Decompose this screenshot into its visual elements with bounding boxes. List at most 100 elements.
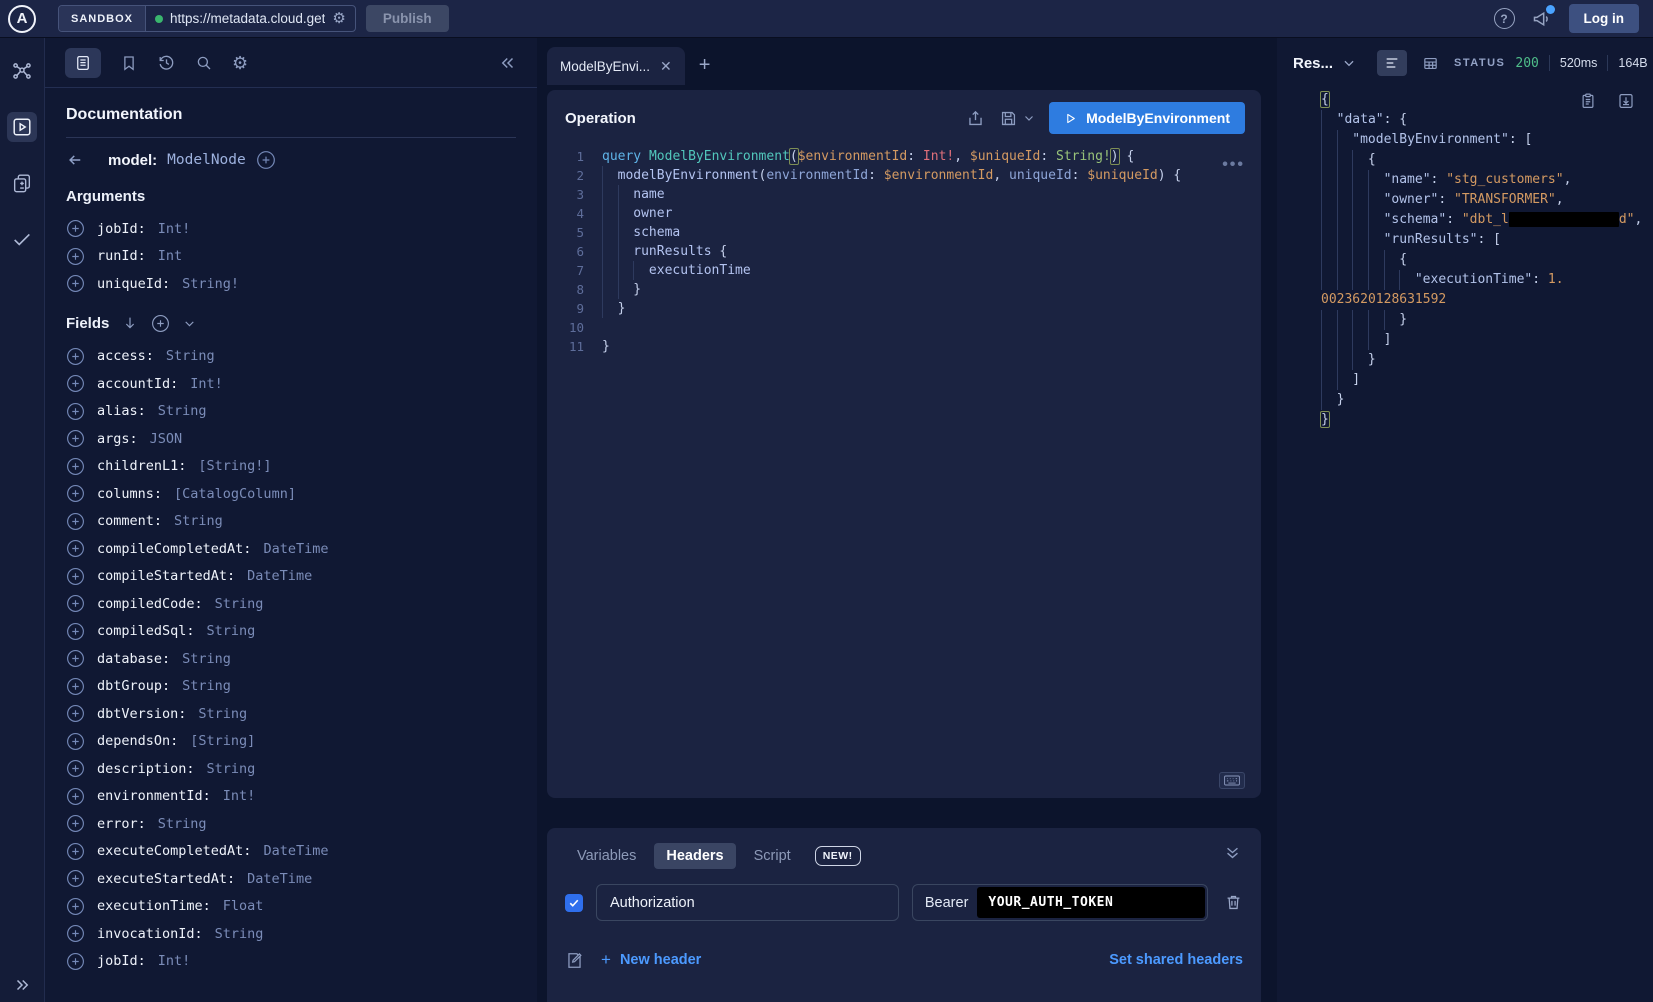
- add-to-query-icon[interactable]: [66, 567, 85, 586]
- field-name[interactable]: executeCompletedAt:: [97, 843, 251, 859]
- save-operation-icon[interactable]: [999, 109, 1018, 128]
- back-arrow-icon[interactable]: [66, 151, 84, 169]
- field-name[interactable]: access:: [97, 348, 154, 364]
- add-to-query-icon[interactable]: [66, 622, 85, 641]
- editor-more-menu-icon[interactable]: •••: [1222, 156, 1245, 174]
- apollo-logo[interactable]: A: [0, 5, 44, 33]
- field-name[interactable]: compileCompletedAt:: [97, 541, 251, 557]
- field-type[interactable]: Int: [158, 248, 182, 264]
- field-type[interactable]: String!: [182, 276, 239, 292]
- collapse-docs-icon[interactable]: [499, 54, 517, 72]
- add-to-query-icon[interactable]: [66, 677, 85, 696]
- field-type[interactable]: String: [166, 348, 215, 364]
- field-type[interactable]: String: [182, 678, 231, 694]
- table-view-icon[interactable]: [1415, 50, 1445, 76]
- add-to-query-icon[interactable]: [66, 732, 85, 751]
- field-name[interactable]: childrenL1:: [97, 458, 186, 474]
- tab-headers[interactable]: Headers: [654, 843, 735, 869]
- field-name[interactable]: uniqueId:: [97, 276, 170, 292]
- new-header-button[interactable]: + New header: [601, 950, 701, 970]
- set-shared-headers-link[interactable]: Set shared headers: [1109, 952, 1243, 968]
- add-to-query-icon[interactable]: [66, 787, 85, 806]
- field-name[interactable]: executionTime:: [97, 898, 211, 914]
- add-to-query-icon[interactable]: [66, 649, 85, 668]
- field-name[interactable]: compiledSql:: [97, 623, 195, 639]
- new-tab-icon[interactable]: +: [699, 54, 711, 85]
- help-icon[interactable]: ?: [1494, 8, 1515, 29]
- field-type[interactable]: String: [174, 513, 223, 529]
- close-tab-icon[interactable]: ✕: [660, 59, 672, 73]
- header-enabled-checkbox[interactable]: [565, 894, 583, 912]
- add-to-query-icon[interactable]: [66, 247, 85, 266]
- field-type[interactable]: DateTime: [263, 843, 328, 859]
- field-type[interactable]: String: [158, 403, 207, 419]
- add-field-icon[interactable]: [256, 150, 276, 170]
- add-to-query-icon[interactable]: [66, 814, 85, 833]
- share-operation-icon[interactable]: [966, 109, 985, 128]
- field-type[interactable]: [CatalogColumn]: [174, 486, 296, 502]
- tab-script[interactable]: Script: [742, 843, 803, 869]
- changelog-icon[interactable]: [7, 168, 37, 198]
- field-type[interactable]: JSON: [150, 431, 183, 447]
- header-value-input[interactable]: Bearer YOUR_AUTH_TOKEN: [912, 884, 1208, 921]
- operation-tab[interactable]: ModelByEnvi... ✕: [547, 47, 685, 85]
- field-name[interactable]: compiledCode:: [97, 596, 203, 612]
- add-to-query-icon[interactable]: [66, 759, 85, 778]
- download-response-icon[interactable]: [1617, 92, 1635, 110]
- field-type[interactable]: String: [182, 651, 231, 667]
- add-to-query-icon[interactable]: [66, 594, 85, 613]
- connection-settings-icon[interactable]: ⚙: [332, 11, 345, 26]
- settings-icon[interactable]: ⚙: [232, 54, 248, 72]
- add-to-query-icon[interactable]: [66, 429, 85, 448]
- header-key-input[interactable]: Authorization: [596, 884, 899, 921]
- save-options-chevron-icon[interactable]: [1023, 112, 1035, 124]
- search-icon[interactable]: [195, 54, 213, 72]
- field-name[interactable]: columns:: [97, 486, 162, 502]
- field-type[interactable]: String: [158, 816, 207, 832]
- field-type[interactable]: Float: [223, 898, 264, 914]
- field-name[interactable]: compileStartedAt:: [97, 568, 235, 584]
- field-name[interactable]: dbtGroup:: [97, 678, 170, 694]
- keyboard-shortcuts-icon[interactable]: [1219, 772, 1245, 789]
- history-icon[interactable]: [157, 53, 176, 72]
- field-type[interactable]: String: [215, 926, 264, 942]
- field-type[interactable]: String: [207, 623, 256, 639]
- field-type[interactable]: String: [207, 761, 256, 777]
- add-to-query-icon[interactable]: [66, 704, 85, 723]
- checks-icon[interactable]: [7, 224, 37, 254]
- tab-variables[interactable]: Variables: [565, 843, 648, 869]
- field-type[interactable]: [String!]: [198, 458, 271, 474]
- documentation-tab-icon[interactable]: [65, 48, 101, 78]
- field-name[interactable]: executeStartedAt:: [97, 871, 235, 887]
- field-type[interactable]: String: [215, 596, 264, 612]
- login-button[interactable]: Log in: [1569, 4, 1640, 33]
- edit-as-script-icon[interactable]: [565, 951, 584, 970]
- add-all-fields-icon[interactable]: [151, 314, 170, 333]
- add-to-query-icon[interactable]: [66, 402, 85, 421]
- run-operation-button[interactable]: ModelByEnvironment: [1049, 102, 1245, 134]
- field-type[interactable]: Int!: [158, 953, 191, 969]
- field-name[interactable]: jobId:: [97, 221, 146, 237]
- add-to-query-icon[interactable]: [66, 512, 85, 531]
- expand-rail-icon[interactable]: [0, 976, 44, 994]
- field-name[interactable]: dependsOn:: [97, 733, 178, 749]
- raw-view-icon[interactable]: [1377, 50, 1407, 76]
- endpoint-url-field[interactable]: https://metadata.cloud.get ⚙: [146, 6, 355, 31]
- add-to-query-icon[interactable]: [66, 869, 85, 888]
- breadcrumb-type[interactable]: ModelNode: [167, 152, 246, 168]
- field-type[interactable]: Int!: [190, 376, 223, 392]
- graph-icon[interactable]: [7, 56, 37, 86]
- field-name[interactable]: description:: [97, 761, 195, 777]
- field-type[interactable]: String: [198, 706, 247, 722]
- saved-operations-icon[interactable]: [120, 54, 138, 72]
- add-to-query-icon[interactable]: [66, 484, 85, 503]
- response-options-chevron-icon[interactable]: [1342, 56, 1356, 70]
- collapse-request-panel-icon[interactable]: [1224, 844, 1241, 861]
- field-type[interactable]: DateTime: [247, 568, 312, 584]
- field-name[interactable]: args:: [97, 431, 138, 447]
- add-to-query-icon[interactable]: [66, 539, 85, 558]
- auth-token-value[interactable]: YOUR_AUTH_TOKEN: [977, 887, 1205, 918]
- field-name[interactable]: dbtVersion:: [97, 706, 186, 722]
- add-to-query-icon[interactable]: [66, 219, 85, 238]
- field-name[interactable]: accountId:: [97, 376, 178, 392]
